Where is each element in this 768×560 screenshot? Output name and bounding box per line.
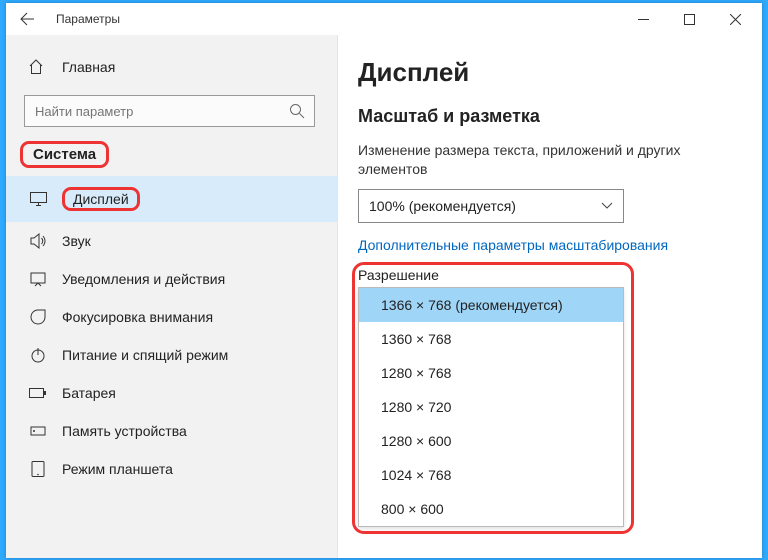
scale-description: Изменение размера текста, приложений и д… bbox=[358, 141, 746, 179]
settings-window: Параметры Главная bbox=[6, 3, 762, 558]
nav-label: Память устройства bbox=[62, 423, 187, 439]
nav-item-storage[interactable]: Память устройства bbox=[6, 412, 337, 450]
content-area: Главная Система Дисплей bbox=[6, 35, 762, 558]
window-title: Параметры bbox=[56, 12, 120, 26]
scale-dropdown[interactable]: 100% (рекомендуется) bbox=[358, 189, 624, 223]
search-icon bbox=[289, 103, 305, 119]
arrow-left-icon bbox=[19, 11, 35, 27]
back-button[interactable] bbox=[10, 3, 44, 35]
main-panel: Дисплей Масштаб и разметка Изменение раз… bbox=[338, 35, 762, 558]
scale-heading: Масштаб и разметка bbox=[358, 106, 746, 127]
resolution-option[interactable]: 800 × 600 bbox=[359, 492, 623, 526]
window-controls bbox=[620, 3, 758, 35]
scale-dropdown-value: 100% (рекомендуется) bbox=[369, 198, 516, 214]
resolution-option[interactable]: 1360 × 768 bbox=[359, 322, 623, 356]
page-heading: Дисплей bbox=[358, 57, 746, 88]
resolution-option[interactable]: 1280 × 768 bbox=[359, 356, 623, 390]
nav-list: Дисплей Звук Уведомления и действия bbox=[6, 170, 337, 488]
display-icon bbox=[28, 192, 48, 206]
sound-icon bbox=[28, 233, 48, 249]
nav-item-battery[interactable]: Батарея bbox=[6, 374, 337, 412]
maximize-button[interactable] bbox=[666, 3, 712, 35]
nav-label: Режим планшета bbox=[62, 461, 173, 477]
close-button[interactable] bbox=[712, 3, 758, 35]
maximize-icon bbox=[684, 14, 695, 25]
nav-label: Уведомления и действия bbox=[62, 271, 225, 287]
nav-label: Батарея bbox=[62, 385, 116, 401]
close-icon bbox=[730, 14, 741, 25]
nav-item-power[interactable]: Питание и спящий режим bbox=[6, 336, 337, 374]
nav-item-display[interactable]: Дисплей bbox=[6, 176, 337, 222]
home-icon bbox=[28, 59, 48, 75]
search-wrap bbox=[6, 85, 337, 141]
minimize-icon bbox=[638, 14, 649, 25]
titlebar: Параметры bbox=[6, 3, 762, 35]
nav-item-focus[interactable]: Фокусировка внимания bbox=[6, 298, 337, 336]
resolution-label: Разрешение bbox=[358, 267, 746, 283]
sidebar-group-title: Система bbox=[20, 141, 109, 168]
resolution-option[interactable]: 1024 × 768 bbox=[359, 458, 623, 492]
nav-label: Дисплей bbox=[62, 187, 140, 211]
nav-item-sound[interactable]: Звук bbox=[6, 222, 337, 260]
resolution-option[interactable]: 1280 × 600 bbox=[359, 424, 623, 458]
nav-label: Звук bbox=[62, 233, 91, 249]
notifications-icon bbox=[28, 271, 48, 287]
resolution-option[interactable]: 1366 × 768 (рекомендуется) bbox=[359, 288, 623, 322]
chevron-down-icon bbox=[601, 202, 613, 210]
search-input[interactable] bbox=[24, 95, 315, 127]
nav-label: Питание и спящий режим bbox=[62, 347, 228, 363]
focus-icon bbox=[28, 309, 48, 325]
home-label: Главная bbox=[62, 59, 115, 75]
battery-icon bbox=[28, 387, 48, 399]
nav-item-notifications[interactable]: Уведомления и действия bbox=[6, 260, 337, 298]
storage-icon bbox=[28, 423, 48, 439]
resolution-option[interactable]: 1280 × 720 bbox=[359, 390, 623, 424]
minimize-button[interactable] bbox=[620, 3, 666, 35]
sidebar: Главная Система Дисплей bbox=[6, 35, 338, 558]
home-nav[interactable]: Главная bbox=[6, 53, 337, 85]
nav-label: Фокусировка внимания bbox=[62, 309, 213, 325]
tablet-icon bbox=[28, 461, 48, 477]
resolution-dropdown-list[interactable]: 1366 × 768 (рекомендуется) 1360 × 768 12… bbox=[358, 287, 624, 527]
power-icon bbox=[28, 347, 48, 363]
nav-item-tablet[interactable]: Режим планшета bbox=[6, 450, 337, 488]
advanced-scaling-link[interactable]: Дополнительные параметры масштабирования bbox=[358, 237, 668, 253]
